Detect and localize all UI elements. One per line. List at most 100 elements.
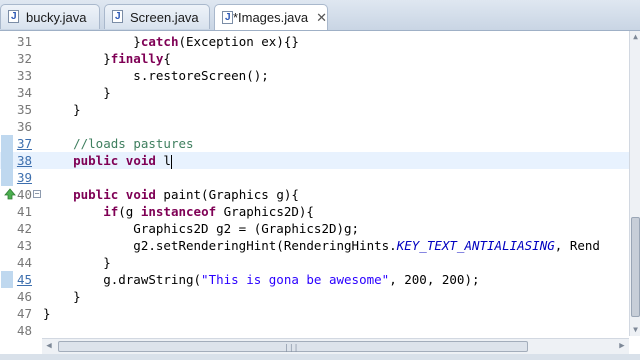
code-token: g2.setRenderingHint(RenderingHints. — [43, 238, 397, 253]
scroll-left-arrow-icon[interactable]: ◀ — [43, 341, 55, 352]
line-number: 38 — [16, 153, 32, 168]
code-token: } — [43, 306, 51, 321]
code-token: s.restoreScreen(); — [43, 68, 269, 83]
change-marker — [1, 271, 13, 288]
code-token: public — [73, 153, 119, 168]
code-text: g.drawString("This is gona be awesome", … — [43, 271, 480, 288]
vertical-scroll-thumb[interactable] — [631, 217, 640, 317]
override-arrow-icon[interactable] — [3, 188, 17, 200]
code-token: public — [73, 187, 119, 202]
code-line[interactable]: 37 //loads pastures — [0, 135, 629, 152]
java-file-icon: J — [7, 10, 21, 24]
tab-label: Screen.java — [130, 9, 199, 25]
code-line[interactable]: 34 } — [0, 84, 629, 101]
editor-tab-bar: Jbucky.java J Screen.java J *Images.java ✕ — [0, 0, 640, 31]
tab-screen-java[interactable]: J Screen.java — [104, 4, 210, 29]
line-number: 37 — [16, 136, 32, 151]
code-line[interactable]: 45 g.drawString("This is gona be awesome… — [0, 271, 629, 288]
change-marker — [1, 135, 13, 152]
line-number: 41 — [16, 204, 32, 219]
code-token: catch — [140, 34, 179, 49]
code-token: "This is gona be awesome" — [201, 272, 390, 287]
code-line[interactable]: 40− public void paint(Graphics g){ — [0, 186, 629, 203]
code-line[interactable]: 35 } — [0, 101, 629, 118]
code-text: s.restoreScreen(); — [43, 67, 269, 84]
tab-label: bucky.java — [26, 9, 87, 25]
line-number: 32 — [16, 51, 32, 66]
code-token: void — [125, 153, 156, 168]
change-marker — [1, 152, 13, 169]
line-number: 46 — [16, 289, 32, 304]
horizontal-scroll-thumb[interactable]: ||| — [58, 341, 528, 352]
code-text: public void l — [43, 152, 172, 169]
code-token: (g — [118, 204, 141, 219]
code-editor[interactable]: 31 }catch(Exception ex){} 32 }finally{33 … — [0, 31, 629, 336]
change-marker — [1, 169, 13, 186]
code-token: { — [163, 51, 171, 66]
status-strip — [0, 354, 640, 360]
vertical-scrollbar[interactable]: ▲ ▼ — [629, 31, 640, 336]
line-number: 31 — [16, 34, 32, 49]
code-token: } — [43, 102, 81, 117]
java-file-icon: J — [111, 10, 125, 24]
code-token: void — [125, 187, 156, 202]
tab-label: *Images.java — [232, 10, 309, 25]
line-number: 35 — [16, 102, 32, 117]
code-line[interactable]: 48 — [0, 322, 629, 336]
code-token: Graphics2D){ — [216, 204, 314, 219]
code-text: if(g instanceof Graphics2D){ — [43, 203, 314, 220]
code-line[interactable]: 38 public void l — [0, 152, 629, 169]
code-token: KEY_TEXT_ANTIALIASING — [396, 238, 555, 253]
code-line[interactable]: 43 g2.setRenderingHint(RenderingHints.KE… — [0, 237, 629, 254]
code-text: public void paint(Graphics g){ — [43, 186, 299, 203]
code-text: Graphics2D g2 = (Graphics2D)g; — [43, 220, 359, 237]
code-token: g.drawString( — [43, 272, 202, 287]
scroll-down-arrow-icon[interactable]: ▼ — [631, 325, 640, 334]
code-token: //loads pastures — [73, 136, 194, 151]
code-line[interactable]: 42 Graphics2D g2 = (Graphics2D)g; — [0, 220, 629, 237]
horizontal-scrollbar[interactable]: ◀ ||| ▶ — [42, 338, 629, 354]
line-number: 43 — [16, 238, 32, 253]
tab-bucky-java[interactable]: Jbucky.java — [0, 4, 100, 29]
code-line[interactable]: 36 — [0, 118, 629, 135]
tab-images-java[interactable]: J *Images.java ✕ — [214, 4, 328, 30]
code-token: , Rend — [554, 238, 600, 253]
code-token: paint(Graphics g){ — [155, 187, 299, 202]
code-line[interactable]: 44 } — [0, 254, 629, 271]
code-token: if — [103, 204, 119, 219]
code-token: } — [43, 289, 81, 304]
code-text: }finally{ — [43, 50, 171, 67]
code-text: } — [43, 101, 81, 118]
close-icon[interactable]: ✕ — [316, 10, 327, 26]
code-token: } — [43, 34, 141, 49]
scroll-up-arrow-icon[interactable]: ▲ — [631, 32, 640, 41]
line-number: 34 — [16, 85, 32, 100]
code-token: , 200, 200); — [389, 272, 480, 287]
line-number: 36 — [16, 119, 32, 134]
collapse-icon[interactable]: − — [33, 190, 41, 198]
code-text: } — [43, 288, 81, 305]
line-number: 39 — [16, 170, 32, 185]
line-number: 48 — [16, 323, 32, 336]
line-number: 47 — [16, 306, 32, 321]
scroll-right-arrow-icon[interactable]: ▶ — [616, 341, 628, 352]
code-line[interactable]: 32 }finally{ — [0, 50, 629, 67]
code-text: } — [43, 254, 111, 271]
code-text: //loads pastures — [43, 135, 194, 152]
scroll-grip-icon: ||| — [284, 343, 299, 352]
code-token: instanceof — [140, 204, 217, 219]
code-text: } — [43, 84, 111, 101]
code-line[interactable]: 39 — [0, 169, 629, 186]
code-line[interactable]: 46 } — [0, 288, 629, 305]
code-text: } — [43, 305, 51, 322]
line-number: 33 — [16, 68, 32, 83]
code-line[interactable]: 31 }catch(Exception ex){} — [0, 33, 629, 50]
code-token: l — [155, 153, 171, 168]
code-line[interactable]: 47} — [0, 305, 629, 322]
code-line[interactable]: 41 if(g instanceof Graphics2D){ — [0, 203, 629, 220]
code-token: Graphics2D g2 = (Graphics2D)g; — [43, 221, 360, 236]
code-line[interactable]: 33 s.restoreScreen(); — [0, 67, 629, 84]
text-caret — [170, 154, 172, 169]
